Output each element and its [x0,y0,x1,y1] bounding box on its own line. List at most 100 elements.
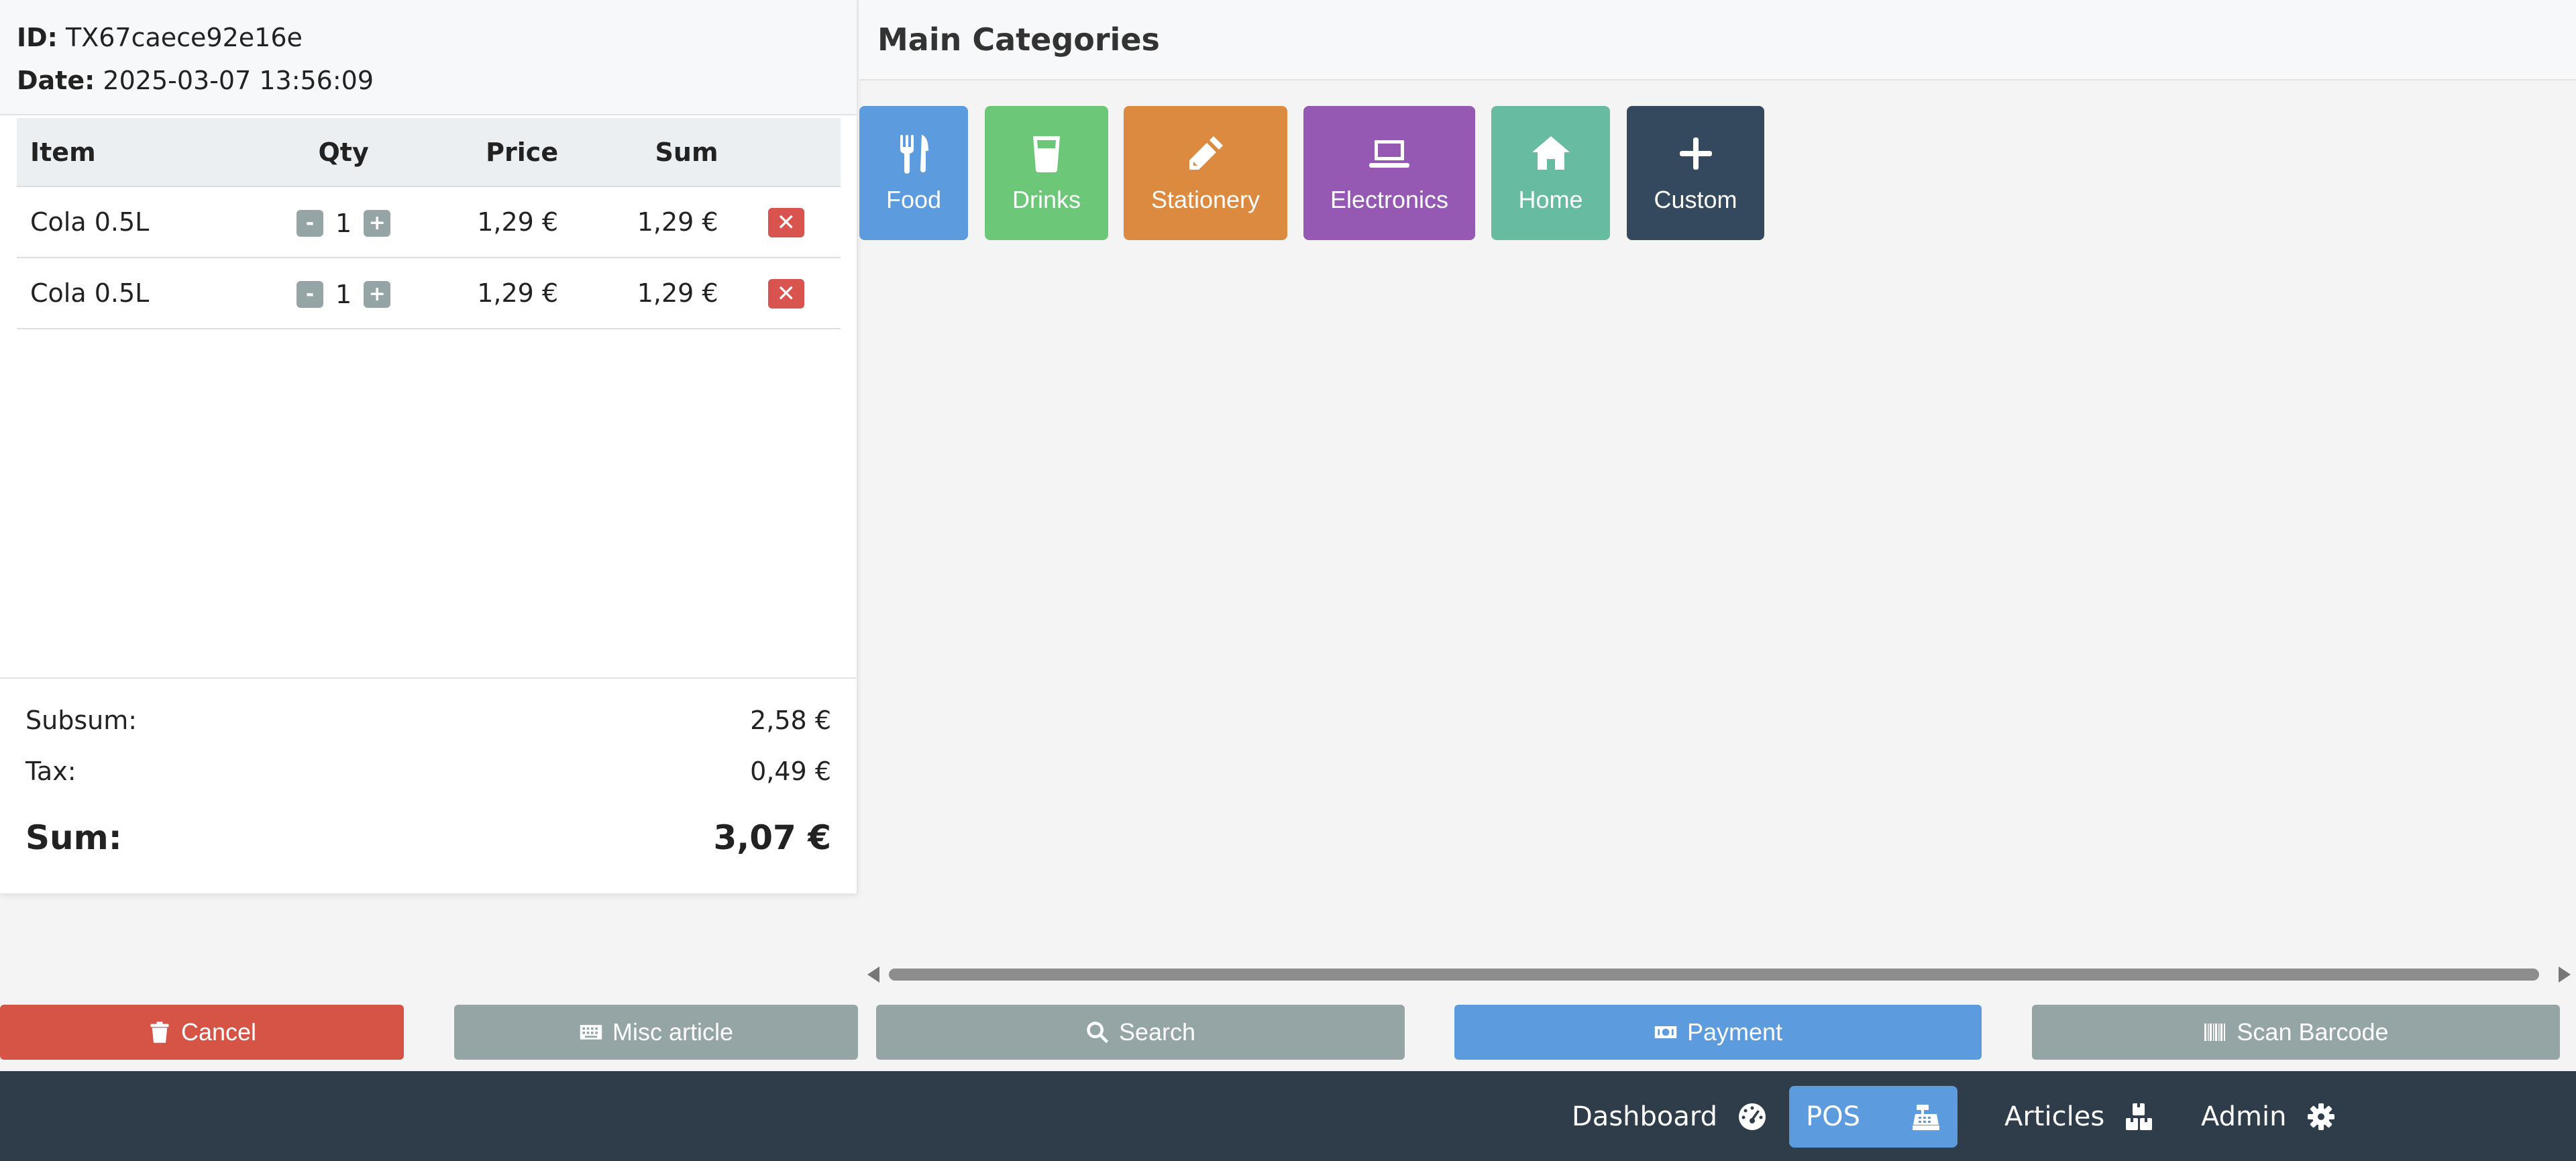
gear-icon [2308,1103,2335,1130]
tax-label: Tax: [25,757,76,786]
barcode-icon [2204,1024,2226,1041]
cancel-label: Cancel [180,1018,257,1046]
row-qty-value: 1 [335,208,352,238]
row-actions: ✕ [731,186,841,258]
money-icon [1654,1026,1677,1038]
bottom-nav: Dashboard POS Articles Admin [0,1071,2576,1161]
nav-articles-label: Articles [2004,1101,2105,1132]
payment-button[interactable]: Payment [1454,1005,1982,1060]
row-qty-cell: - 1 + [275,186,412,258]
subsum-label: Subsum: [25,706,138,735]
home-icon [1532,136,1570,170]
transaction-id-value: TX67caece92e16e [65,23,303,52]
category-label: Drinks [1012,186,1081,213]
misc-article-button[interactable]: Misc article [454,1005,858,1060]
pencil-icon [1189,136,1223,170]
transaction-id-label: ID: [17,23,58,52]
category-stationery-button[interactable]: Stationery [1124,106,1287,240]
category-home-button[interactable]: Home [1491,106,1610,240]
qty-decrease-button[interactable]: - [297,209,324,237]
qty-increase-button[interactable]: + [364,280,391,308]
qty-increase-button[interactable]: + [364,209,391,237]
row-sum: 1,29 € [572,258,732,329]
misc-article-label: Misc article [612,1018,734,1046]
nav-pos-label: POS [1806,1101,1860,1132]
transaction-date-label: Date: [17,66,95,95]
nav-admin[interactable]: Admin [2184,1086,2353,1148]
transaction-date: Date: 2025-03-07 13:56:09 [17,59,840,102]
boxes-icon [2126,1103,2153,1130]
row-qty-cell: - 1 + [275,258,412,329]
scroll-right-icon[interactable] [2559,966,2571,983]
glass-icon [1033,136,1060,172]
remove-item-button[interactable]: ✕ [767,279,804,309]
action-bar: Cancel Misc article Search Payment Scan … [0,1005,2576,1060]
qty-decrease-button[interactable]: - [297,280,324,308]
transaction-id: ID: TX67caece92e16e [17,16,840,59]
category-label: Food [885,186,942,213]
cart-panel: ID: TX67caece92e16e Date: 2025-03-07 13:… [0,0,858,893]
remove-item-button[interactable]: ✕ [767,208,804,237]
subsum-value: 2,58 € [750,706,831,735]
cash-register-icon [1913,1105,1939,1130]
category-label: Home [1518,186,1583,213]
search-label: Search [1118,1018,1196,1046]
laptop-icon [1369,140,1409,168]
cart-table-header: Item Qty Price Sum [17,118,841,187]
header-item: Item [17,118,276,187]
plus-icon [1679,137,1712,170]
nav-articles[interactable]: Articles [1988,1086,2171,1148]
quantity-stepper: - 1 + [297,208,391,238]
tax-value: 0,49 € [750,757,831,786]
category-food-button[interactable]: Food [859,106,968,240]
gauge-icon [1739,1103,1766,1130]
sum-row: Sum: 3,07 € [25,818,831,857]
row-price: 1,29 € [411,258,572,329]
nav-admin-label: Admin [2201,1101,2287,1132]
header-actions [731,118,841,187]
header-sum: Sum [572,118,732,187]
cart-table: Item Qty Price Sum Cola 0.5L - 1 + 1,29 … [17,118,841,329]
category-custom-button[interactable]: Custom [1627,106,1764,240]
totals-panel: Subsum: 2,58 € Tax: 0,49 € Sum: 3,07 € [0,677,857,893]
nav-dashboard-label: Dashboard [1572,1101,1718,1132]
row-qty-value: 1 [335,279,352,309]
header-price: Price [411,118,572,187]
nav-dashboard[interactable]: Dashboard [1555,1086,1784,1148]
header-qty: Qty [275,118,412,187]
category-electronics-button[interactable]: Electronics [1303,106,1475,240]
scroll-left-icon[interactable] [867,966,879,983]
subsum-row: Subsum: 2,58 € [25,706,831,757]
category-drinks-button[interactable]: Drinks [985,106,1108,240]
utensils-icon [900,135,928,174]
row-item-name: Cola 0.5L [17,186,276,258]
quantity-stepper: - 1 + [297,279,391,309]
category-label: Stationery [1150,186,1260,213]
category-label: Custom [1654,186,1737,213]
search-icon [1087,1021,1109,1044]
row-actions: ✕ [731,258,841,329]
sum-label: Sum: [25,818,122,857]
table-row: Cola 0.5L - 1 + 1,29 € 1,29 € ✕ [17,186,841,258]
categories-header: Main Categories [859,0,2576,80]
tax-row: Tax: 0,49 € [25,757,831,814]
page-title: Main Categories [877,21,1160,58]
transaction-header: ID: TX67caece92e16e Date: 2025-03-07 13:… [0,0,857,115]
scrollbar-thumb[interactable] [889,969,2539,981]
cancel-button[interactable]: Cancel [0,1005,404,1060]
table-row: Cola 0.5L - 1 + 1,29 € 1,29 € ✕ [17,258,841,329]
scan-barcode-button[interactable]: Scan Barcode [2032,1005,2560,1060]
horizontal-scrollbar[interactable] [861,964,2576,985]
keyboard-icon [580,1025,602,1040]
nav-pos[interactable]: POS [1789,1086,1957,1148]
row-sum: 1,29 € [572,186,732,258]
trash-icon [150,1021,169,1043]
scan-barcode-label: Scan Barcode [2237,1018,2389,1046]
transaction-date-value: 2025-03-07 13:56:09 [103,66,374,95]
payment-label: Payment [1686,1018,1783,1046]
row-item-name: Cola 0.5L [17,258,276,329]
search-button[interactable]: Search [876,1005,1405,1060]
sum-value: 3,07 € [713,818,831,857]
category-label: Electronics [1330,186,1449,213]
row-price: 1,29 € [411,186,572,258]
